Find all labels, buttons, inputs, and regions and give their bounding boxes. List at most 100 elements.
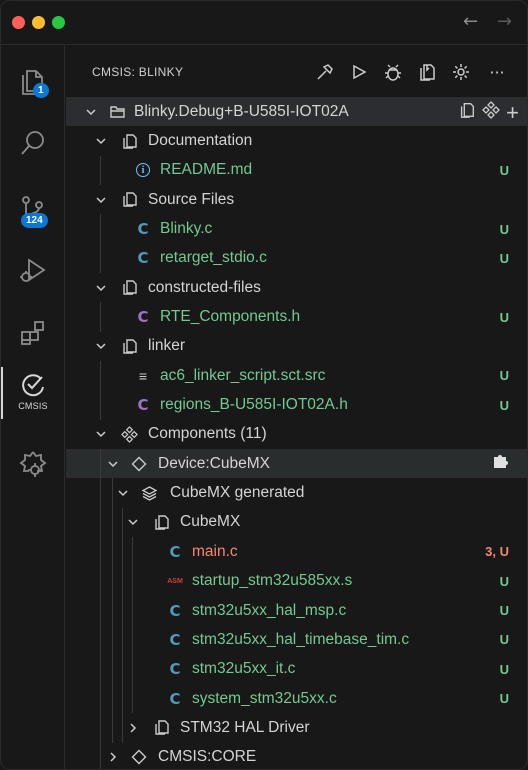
tree-label: Source Files: [148, 190, 235, 208]
chevron-down-icon[interactable]: [94, 339, 108, 353]
tree-row-device-cubemx[interactable]: Device:CubeMX: [66, 449, 527, 479]
tree-label: Documentation: [148, 132, 253, 150]
tree-label: CubeMX: [180, 513, 241, 531]
activity-search[interactable]: [1, 115, 65, 171]
git-status: U: [499, 368, 509, 384]
puzzle-gear-icon[interactable]: [491, 451, 511, 476]
folder-files-icon: [120, 337, 138, 355]
tree-label: Blinky.c: [160, 220, 213, 238]
text-file-icon: ≡: [138, 367, 148, 384]
diamond-icon: [130, 455, 148, 473]
source-control-badge: 124: [21, 213, 48, 228]
play-icon[interactable]: [348, 61, 370, 83]
tree-label: regions_B-U585I-IOT02A.h: [160, 396, 348, 414]
chevron-right-icon[interactable]: [126, 721, 140, 735]
c-header-icon: C: [137, 308, 149, 327]
tree-row-linker-script[interactable]: ≡ ac6_linker_script.sct.src U: [66, 361, 527, 391]
tree-label: stm32u5xx_hal_msp.c: [192, 601, 347, 619]
tree-row-cubemx[interactable]: CubeMX: [66, 507, 527, 538]
git-status: 3, U: [485, 544, 509, 560]
gear-cloud-icon: [19, 451, 47, 477]
hammer-icon[interactable]: [314, 61, 336, 83]
c-header-icon: C: [137, 396, 149, 415]
git-status: U: [499, 632, 509, 648]
tree-row-project[interactable]: Blinky.Debug+B-U585I-IOT02A +: [66, 97, 527, 127]
copy-file-icon[interactable]: [458, 101, 476, 124]
c-file-icon: C: [169, 660, 181, 679]
git-status: U: [499, 162, 509, 178]
activity-extensions[interactable]: [1, 305, 65, 361]
tree-row-components[interactable]: Components (11): [66, 420, 527, 449]
plus-icon[interactable]: +: [506, 101, 519, 123]
tree-label: main.c: [192, 542, 238, 560]
tree-row-source-files[interactable]: Source Files: [66, 185, 527, 214]
activity-device-manager[interactable]: [1, 437, 65, 493]
activity-source-control[interactable]: 124: [1, 181, 65, 237]
chevron-down-icon[interactable]: [94, 281, 108, 295]
git-status: U: [499, 221, 509, 237]
tree-row-it-c[interactable]: C stm32u5xx_it.c U: [66, 654, 527, 684]
project-folder-icon: [108, 103, 126, 121]
tree-row-regions[interactable]: C regions_B-U585I-IOT02A.h U: [66, 390, 527, 420]
copy-file-icon[interactable]: [416, 61, 438, 83]
chevron-down-icon[interactable]: [94, 427, 108, 441]
gear-icon[interactable]: [450, 61, 472, 83]
chevron-right-icon[interactable]: [106, 750, 120, 764]
layers-icon: [140, 484, 158, 502]
tree-row-linker[interactable]: linker: [66, 332, 527, 361]
activity-bar: 1 124 CMSIS: [1, 45, 65, 769]
c-file-icon: C: [137, 220, 149, 239]
activity-cmsis[interactable]: CMSIS: [1, 363, 65, 419]
tree-row-hal-driver[interactable]: STM32 HAL Driver: [66, 713, 527, 743]
tree-label: Components (11): [148, 425, 267, 443]
project-actions: +: [458, 101, 519, 124]
tree-row-readme[interactable]: i README.md U: [66, 155, 527, 186]
tree-label: startup_stm32u585xx.s: [192, 572, 353, 590]
asm-file-icon: ASM: [167, 577, 183, 585]
run-debug-icon: [20, 258, 46, 282]
tree-row-documentation[interactable]: Documentation: [66, 126, 527, 155]
components-icon[interactable]: [482, 101, 501, 124]
arrow-right-icon[interactable]: →: [497, 11, 512, 32]
bug-icon[interactable]: [382, 61, 404, 83]
chevron-down-icon[interactable]: [126, 515, 140, 529]
tree-label: RTE_Components.h: [160, 308, 301, 326]
git-status: U: [499, 397, 509, 413]
cmsis-sidebar: CMSIS: BLINKY ··· Blinky.Debug+B-U585I-I…: [66, 45, 527, 769]
tree-row-system-c[interactable]: C system_stm32u5xx.c U: [66, 683, 527, 714]
tree-label: CMSIS:CORE: [158, 748, 257, 766]
tree-row-main-c[interactable]: C main.c 3, U: [66, 537, 527, 567]
extensions-icon: [21, 321, 44, 345]
folder-files-icon: [120, 191, 138, 209]
arrow-left-icon[interactable]: ←: [463, 11, 478, 32]
tree-row-constructed-files[interactable]: constructed-files: [66, 273, 527, 302]
tree-row-cubemx-generated[interactable]: CubeMX generated: [66, 478, 527, 508]
maximize-window-button[interactable]: [52, 16, 65, 29]
tree-row-hal-msp[interactable]: C stm32u5xx_hal_msp.c U: [66, 595, 527, 626]
tree-row-cmsis-core[interactable]: CMSIS:CORE: [66, 742, 527, 769]
tree-row-retarget[interactable]: C retarget_stdio.c U: [66, 243, 527, 274]
tree-row-startup[interactable]: ASM startup_stm32u585xx.s U: [66, 566, 527, 596]
activity-run-debug[interactable]: [1, 243, 65, 299]
chevron-down-icon[interactable]: [94, 193, 108, 207]
tree-row-hal-timebase[interactable]: C stm32u5xx_hal_timebase_tim.c U: [66, 625, 527, 655]
chevron-down-icon[interactable]: [84, 105, 98, 119]
chevron-down-icon[interactable]: [116, 486, 130, 500]
chevron-down-icon[interactable]: [106, 457, 120, 471]
c-file-icon: C: [137, 249, 149, 268]
git-status: U: [499, 573, 509, 589]
panel-title: CMSIS: BLINKY: [92, 65, 184, 79]
c-file-icon: C: [169, 542, 181, 561]
close-window-button[interactable]: [12, 16, 25, 29]
tree-label: stm32u5xx_it.c: [192, 660, 296, 678]
tree-row-rte-components[interactable]: C RTE_Components.h U: [66, 302, 527, 332]
git-status: U: [499, 603, 509, 619]
c-file-icon: C: [169, 689, 181, 708]
chevron-down-icon[interactable]: [94, 134, 108, 148]
more-icon[interactable]: ···: [486, 61, 508, 83]
activity-explorer[interactable]: 1: [1, 53, 65, 109]
minimize-window-button[interactable]: [32, 16, 45, 29]
tree-label: stm32u5xx_hal_timebase_tim.c: [192, 630, 410, 648]
tree-label: constructed-files: [148, 278, 261, 296]
tree-row-blinky-c[interactable]: C Blinky.c U: [66, 214, 527, 244]
